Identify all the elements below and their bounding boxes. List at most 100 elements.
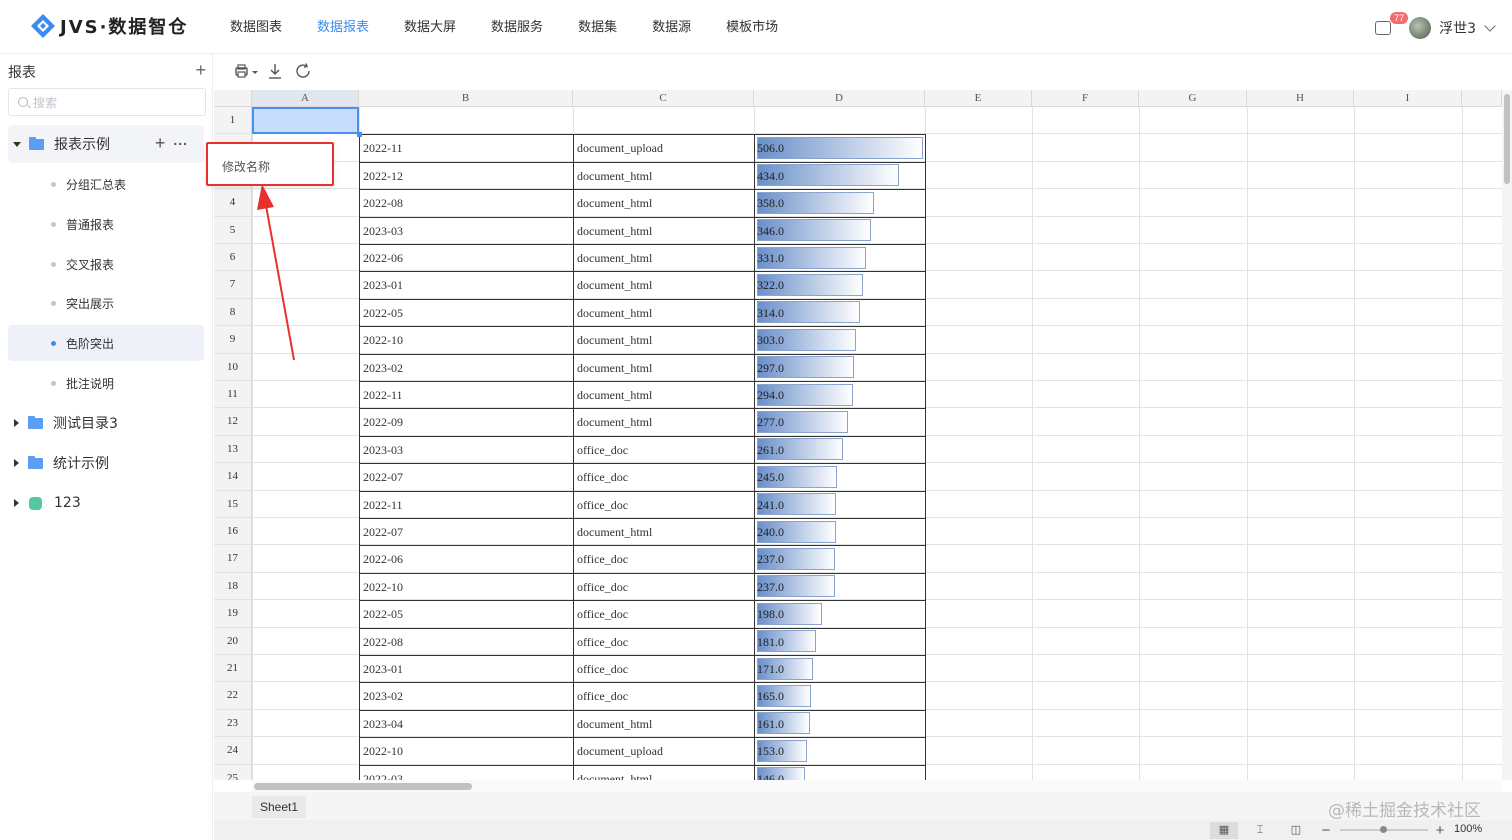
cell-type[interactable]: document_html — [577, 196, 652, 211]
cell-date[interactable]: 2022-10 — [363, 744, 403, 759]
nav-item-datasources[interactable]: 数据源 — [652, 0, 691, 54]
scrollbar-thumb[interactable] — [1504, 94, 1510, 184]
cell-value[interactable]: 261.0 — [757, 443, 784, 458]
cell-type[interactable]: office_doc — [577, 635, 628, 650]
cell-type[interactable]: office_doc — [577, 470, 628, 485]
username[interactable]: 浮世3 — [1439, 18, 1476, 38]
scrollbar-thumb[interactable] — [254, 783, 472, 790]
cell-type[interactable]: document_html — [577, 224, 652, 239]
cell-value[interactable]: 165.0 — [757, 689, 784, 704]
column-header[interactable]: C — [573, 90, 754, 107]
row-header[interactable]: 10 — [214, 353, 252, 381]
cell-type[interactable]: office_doc — [577, 552, 628, 567]
cell-type[interactable]: office_doc — [577, 607, 628, 622]
cell-date[interactable]: 2022-10 — [363, 580, 403, 595]
column-header-extra[interactable] — [1462, 90, 1502, 107]
message-icon[interactable]: 77 — [1375, 12, 1409, 35]
cell-type[interactable]: office_doc — [577, 443, 628, 458]
cell-type[interactable]: document_html — [577, 415, 652, 430]
cell-value[interactable]: 331.0 — [757, 251, 784, 266]
row-header[interactable]: 8 — [214, 298, 252, 327]
cell-date[interactable]: 2022-11 — [363, 141, 403, 156]
corner-cell[interactable] — [214, 90, 252, 107]
page-layout-icon[interactable]: ⌶ — [1246, 822, 1274, 839]
row-header[interactable]: 13 — [214, 435, 252, 464]
caret-right-icon[interactable] — [14, 459, 19, 467]
nav-item-charts[interactable]: 数据图表 — [230, 0, 282, 54]
column-header[interactable]: G — [1139, 90, 1247, 107]
cell-type[interactable]: document_html — [577, 333, 652, 348]
column-header[interactable]: E — [925, 90, 1032, 107]
cell-date[interactable]: 2023-02 — [363, 689, 403, 704]
horizontal-scrollbar[interactable] — [252, 780, 1502, 792]
cell-value[interactable]: 314.0 — [757, 306, 784, 321]
cell-type[interactable]: document_html — [577, 525, 652, 540]
row-header[interactable]: 24 — [214, 737, 252, 765]
row-header[interactable]: 11 — [214, 381, 252, 409]
cell-value[interactable]: 241.0 — [757, 498, 784, 513]
folder-123[interactable]: 123 — [8, 484, 204, 522]
tree-item-report[interactable]: 批注说明 — [8, 365, 204, 401]
cell-value[interactable]: 434.0 — [757, 169, 784, 184]
row-header[interactable]: 25 — [214, 764, 252, 780]
cell-date[interactable]: 2022-06 — [363, 552, 403, 567]
cell-type[interactable]: document_html — [577, 388, 652, 403]
row-header[interactable]: 14 — [214, 463, 252, 491]
cell-date[interactable]: 2023-01 — [363, 662, 403, 677]
cell-value[interactable]: 181.0 — [757, 635, 784, 650]
app-logo[interactable]: JVS·数据智仓 — [30, 12, 188, 40]
cell-date[interactable]: 2022-03 — [363, 772, 403, 780]
nav-item-screens[interactable]: 数据大屏 — [404, 0, 456, 54]
cell-type[interactable]: document_html — [577, 772, 652, 780]
cell-type[interactable]: office_doc — [577, 498, 628, 513]
cell-date[interactable]: 2023-01 — [363, 278, 403, 293]
row-header[interactable]: 20 — [214, 627, 252, 655]
row-header[interactable]: 7 — [214, 271, 252, 299]
tree-item-report-selected[interactable]: 色阶突出 — [8, 325, 204, 361]
cell-date[interactable]: 2022-11 — [363, 498, 403, 513]
cell-date[interactable]: 2022-05 — [363, 306, 403, 321]
cell-value[interactable]: 294.0 — [757, 388, 784, 403]
spreadsheet-grid[interactable]: A B C D E F G H I 12 2022-11 document_uplo… — [214, 90, 1502, 780]
cell-value[interactable]: 303.0 — [757, 333, 784, 348]
cell-type[interactable]: office_doc — [577, 689, 628, 704]
cell-type[interactable]: document_html — [577, 278, 652, 293]
cell-date[interactable]: 2022-05 — [363, 607, 403, 622]
nav-item-services[interactable]: 数据服务 — [491, 0, 543, 54]
tree-item-report[interactable]: 分组汇总表 — [8, 166, 204, 202]
row-header[interactable]: 9 — [214, 326, 252, 354]
cell-date[interactable]: 2022-08 — [363, 196, 403, 211]
add-icon[interactable]: + — [195, 60, 206, 81]
folder-stat-examples[interactable]: 统计示例 — [8, 444, 204, 482]
caret-down-icon[interactable] — [13, 141, 21, 147]
cell-value[interactable]: 358.0 — [757, 196, 784, 211]
row-header[interactable]: 19 — [214, 600, 252, 628]
cell-type[interactable]: office_doc — [577, 662, 628, 677]
more-icon[interactable]: ... — [173, 133, 188, 147]
cell-value[interactable]: 506.0 — [757, 141, 784, 156]
column-header[interactable]: F — [1032, 90, 1139, 107]
cell-type[interactable]: document_upload — [577, 141, 663, 156]
cell-type[interactable]: document_html — [577, 717, 652, 732]
row-header[interactable]: 22 — [214, 682, 252, 710]
cell-date[interactable]: 2022-08 — [363, 635, 403, 650]
cell-date[interactable]: 2023-04 — [363, 717, 403, 732]
tree-item-report[interactable]: 普通报表 — [8, 206, 204, 242]
cell-value[interactable]: 237.0 — [757, 580, 784, 595]
cell-date[interactable]: 2022-12 — [363, 169, 403, 184]
cell-date[interactable]: 2023-03 — [363, 224, 403, 239]
cell-type[interactable]: office_doc — [577, 580, 628, 595]
column-header[interactable]: H — [1247, 90, 1354, 107]
avatar[interactable] — [1409, 17, 1432, 39]
cell-type[interactable]: document_html — [577, 251, 652, 266]
search-input[interactable] — [33, 94, 193, 112]
cell-date[interactable]: 2022-10 — [363, 333, 403, 348]
zoom-out-icon[interactable]: − — [1312, 822, 1340, 839]
row-header[interactable]: 17 — [214, 545, 252, 573]
download-icon[interactable] — [266, 62, 284, 80]
caret-right-icon[interactable] — [14, 419, 19, 427]
cell-date[interactable]: 2022-11 — [363, 388, 403, 403]
cell-value[interactable]: 237.0 — [757, 552, 784, 567]
row-header[interactable]: 5 — [214, 216, 252, 244]
row-header[interactable]: 6 — [214, 244, 252, 272]
